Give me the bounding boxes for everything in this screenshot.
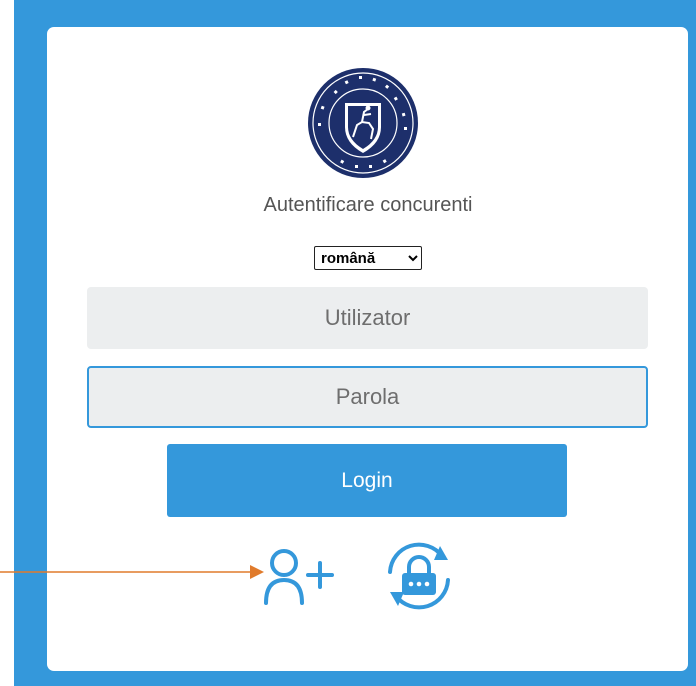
add-user-icon[interactable] [262,545,342,607]
username-input[interactable] [87,287,648,349]
password-input[interactable] [87,366,648,428]
annotation-arrow [0,565,264,579]
login-button[interactable]: Login [167,444,567,517]
page-title: Autentificare concurenti [263,194,473,216]
lock-refresh-icon[interactable] [378,540,460,612]
language-select[interactable]: română [314,246,422,270]
university-logo [308,68,418,178]
